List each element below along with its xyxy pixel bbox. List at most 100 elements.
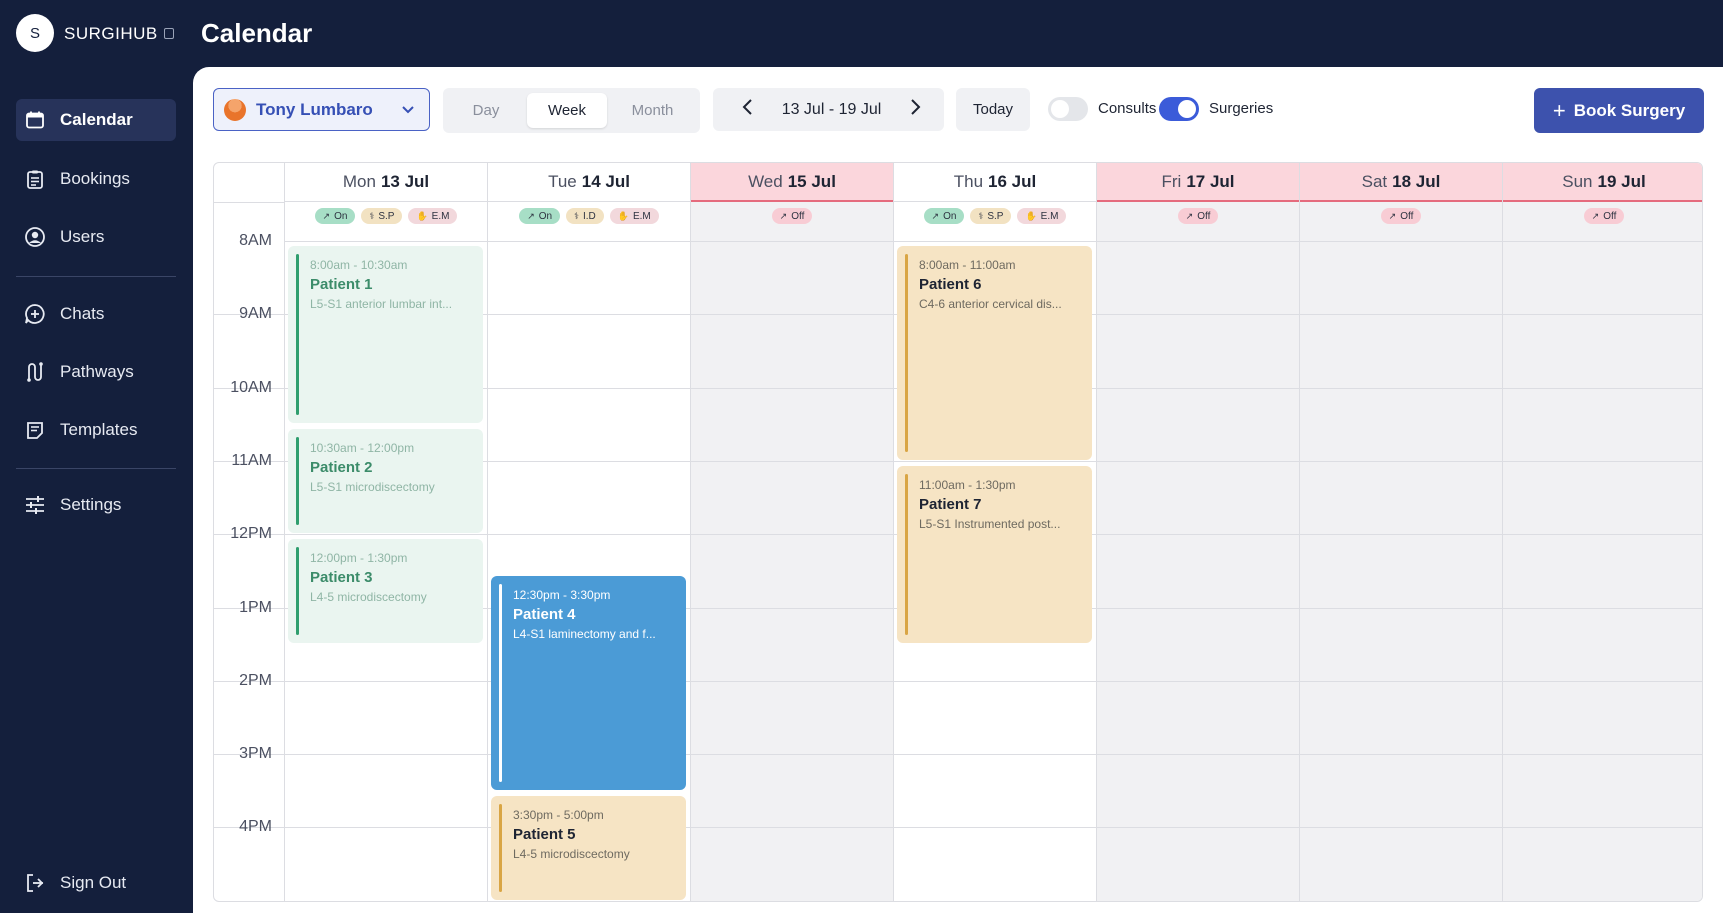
sidebar-item-label: Settings [60,495,122,514]
surgery-event[interactable]: 12:30pm - 3:30pm Patient 4 L4-S1 laminecto… [491,575,686,790]
event-procedure: L5-S1 anterior lumbar int... [310,297,453,311]
badge-label: I.D [582,210,596,222]
day-header: Fri 17 Jul [1097,163,1299,202]
status-badge-on: ↗ On [519,208,561,224]
day-date: 18 Jul [1392,171,1441,191]
clipboard-icon [24,168,46,190]
event-patient-name: Patient 1 [310,276,373,293]
sidebar-item-label: Bookings [60,169,130,188]
sidebar-item-label: Templates [60,420,138,439]
sidebar-item-bookings[interactable]: Bookings [16,158,176,200]
badge-label: On [334,210,348,222]
hour-gridline [214,680,1702,682]
event-time: 11:00am - 1:30pm [919,477,1016,492]
on-badge-icon: ↗ [527,210,535,221]
day-status-badges: ↗ On ⚕ I.D ✋ E.M [488,208,690,224]
event-patient-name: Patient 2 [310,459,373,477]
sidebar-item-templates[interactable]: Templates [16,409,176,451]
status-badge-em: ✋ E.M [609,208,659,224]
day-column-wed[interactable]: Wed 15 Jul ↗ Off [690,163,893,901]
event-accent-bar [296,547,299,636]
surgery-event[interactable]: 12:00pm - 1:30pm Patient 3 L4-5 microdisce… [288,539,483,644]
on-badge-icon: ↗ [322,210,331,221]
badge-label: Off [1603,210,1617,222]
event-accent-bar [499,803,502,892]
sidebar-item-calendar[interactable]: Calendar [16,99,176,141]
event-procedure: L4-S1 laminectomy and f... [513,626,656,641]
event-accent-bar [905,473,908,636]
surgeries-toggle[interactable] [1159,97,1199,121]
hour-gridline [284,241,1702,242]
day-of-week: Mon [342,172,376,191]
day-column-tue[interactable]: Tue 14 Jul ↗ On ⚕ I.D ✋ E.M [487,163,690,901]
day-of-week: Tue [548,172,577,191]
off-badge-icon: ↗ [1388,210,1397,221]
em-badge-icon: ✋ [617,210,629,221]
day-date: 15 Jul [787,171,836,191]
sidebar-divider [16,468,176,469]
status-badge-on: ↗ On [314,208,356,224]
badge-label: E.M [431,210,450,222]
badge-label: E.M [1040,210,1059,222]
sidebar-item-pathways[interactable]: Pathways [16,351,176,393]
surgery-event[interactable]: 8:00am - 10:30am Patient 1 L5-S1 anterior … [288,246,483,424]
off-badge-icon: ↗ [779,210,788,221]
chevron-down-icon [401,102,415,121]
status-badge-sp: ⚕ S.P [361,208,403,224]
day-date: 19 Jul [1597,171,1646,191]
badge-label: Off [1197,210,1211,222]
day-column-fri[interactable]: Fri 17 Jul ↗ Off [1096,163,1299,901]
day-header: Tue 14 Jul [488,163,690,202]
surgery-event[interactable]: 11:00am - 1:30pm Patient 7 L5-S1 Instrumen… [897,465,1092,644]
doctor-select[interactable]: Tony Lumbaro [213,88,430,131]
day-header: Sun 19 Jul [1503,163,1702,202]
status-badge-on: ↗ On [923,208,965,224]
status-badge-off: ↗ Off [1583,208,1625,224]
consults-toggle[interactable] [1048,97,1088,121]
plus-icon: + [1552,97,1566,123]
event-accent-bar [905,254,908,452]
sidebar-item-settings[interactable]: Settings [16,484,176,526]
day-of-week: Wed [748,171,783,191]
off-badge-icon: ↗ [1591,210,1600,221]
day-column-sat[interactable]: Sat 18 Jul ↗ Off [1299,163,1502,901]
surgery-event[interactable]: 3:30pm - 5:00pm Patient 5 L4-5 microdiscec… [491,795,686,900]
sidebar-item-users[interactable]: Users [16,216,176,258]
day-header: Mon 13 Jul [285,163,487,202]
day-of-week: Sat [1361,171,1388,191]
badge-label: Off [1400,210,1414,222]
day-status-badges: ↗ Off [1503,208,1702,224]
status-badge-em: ✋ E.M [408,208,458,224]
event-time: 10:30am - 12:00pm [310,441,415,456]
day-status-badges: ↗ Off [1300,208,1502,224]
surgery-event[interactable]: 8:00am - 11:00am Patient 6 C4-6 anterior c… [897,246,1092,460]
today-button[interactable]: Today [956,88,1030,131]
sidebar-item-chats[interactable]: Chats [16,293,176,335]
chat-plus-icon [24,303,46,325]
toggle-knob [1051,100,1069,118]
view-week-button[interactable]: Week [527,93,607,128]
hour-gridline [214,754,1702,756]
sidebar-collapse-icon[interactable] [164,28,174,39]
event-patient-name: Patient 3 [310,569,373,587]
hour-gridline [214,900,1702,901]
sliders-icon [24,494,46,516]
surgeries-label: Surgeries [1209,100,1274,117]
app-logo: S [16,14,54,52]
prev-week-button[interactable] [741,98,753,121]
event-patient-name: Patient 6 [919,276,982,293]
sign-out-icon [24,872,46,894]
day-status-badges: ↗ Off [691,208,893,224]
view-day-button[interactable]: Day [447,93,525,128]
sign-out-button[interactable]: Sign Out [16,862,176,904]
event-procedure: L4-5 microdiscectomy [310,590,427,605]
event-time: 3:30pm - 5:00pm [513,807,604,822]
day-date: 17 Jul [1186,171,1235,191]
book-surgery-button[interactable]: + Book Surgery [1534,88,1704,133]
user-circle-icon [24,226,46,248]
view-month-button[interactable]: Month [609,93,696,128]
surgery-event[interactable]: 10:30am - 12:00pm Patient 2 L5-S1 microdis… [288,429,483,534]
day-column-sun[interactable]: Sun 19 Jul ↗ Off [1502,163,1702,901]
next-week-button[interactable] [910,98,922,121]
event-time: 12:30pm - 3:30pm [513,587,611,602]
